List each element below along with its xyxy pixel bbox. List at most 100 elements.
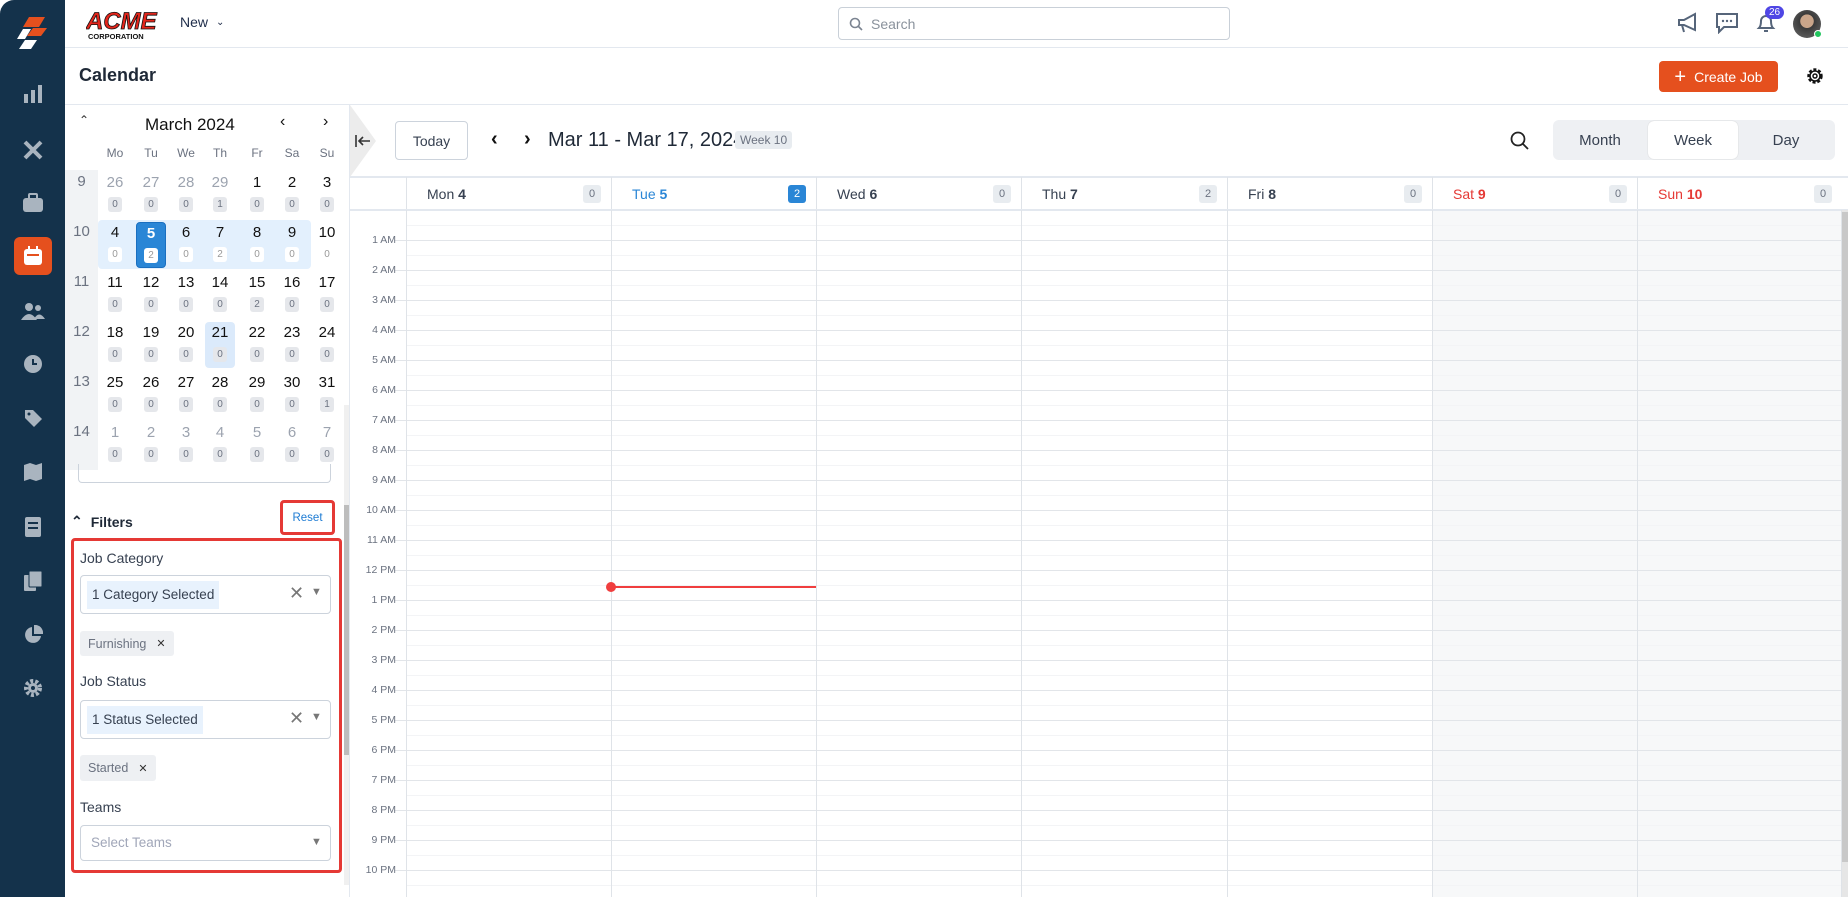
mini-calendar-day[interactable]: 24 0: [312, 322, 342, 368]
acme-logo[interactable]: ACME CORPORATION: [85, 8, 160, 42]
mini-calendar-day[interactable]: 40: [100, 222, 130, 268]
mini-calendar-day[interactable]: 28 0: [205, 372, 235, 418]
mini-calendar-day[interactable]: 10 0: [312, 222, 342, 268]
mini-calendar-day[interactable]: 13 0: [171, 272, 201, 318]
mini-calendar-day[interactable]: 10: [100, 422, 130, 468]
tools-icon[interactable]: [14, 131, 52, 169]
week-number: 13: [73, 373, 90, 390]
mini-calendar-day[interactable]: 21 0: [205, 322, 235, 368]
mini-calendar-day[interactable]: 30 0: [277, 372, 307, 418]
clock-icon[interactable]: [14, 345, 52, 383]
prev-month-chevron-icon[interactable]: ‹: [280, 113, 285, 131]
mini-calendar-day[interactable]: 12 0: [136, 272, 166, 318]
mini-calendar-day[interactable]: 72: [205, 222, 235, 268]
mini-calendar-day[interactable]: 19 0: [136, 322, 166, 368]
next-month-chevron-icon[interactable]: ›: [323, 113, 328, 131]
day-header-wed[interactable]: Wed 6 0: [816, 177, 1021, 210]
mini-calendar-day[interactable]: 26 0: [136, 372, 166, 418]
day-header-sun[interactable]: Sun 10 0: [1637, 177, 1842, 210]
day-header-thu[interactable]: Thu 7 2: [1021, 177, 1227, 210]
mini-calendar-day[interactable]: 20: [277, 172, 307, 218]
dropdown-caret-icon[interactable]: ▼: [311, 711, 322, 723]
mini-calendar-day[interactable]: 15 2: [242, 272, 272, 318]
mini-calendar-day[interactable]: 30: [312, 172, 342, 218]
user-avatar[interactable]: [1793, 10, 1822, 38]
calendar-scrollbar[interactable]: [1842, 210, 1848, 897]
collapse-mini-calendar-chevron-up-icon[interactable]: ⌃: [79, 113, 89, 127]
calendar-settings-gear-icon[interactable]: [1806, 67, 1824, 90]
today-button[interactable]: Today: [395, 121, 468, 160]
clear-x-icon[interactable]: ✕: [289, 583, 304, 604]
calendar-search-icon[interactable]: [1510, 131, 1530, 156]
day-header-tue[interactable]: Tue 5 2: [611, 177, 816, 210]
mini-calendar-day[interactable]: 60: [171, 222, 201, 268]
mini-calendar-day[interactable]: 27 0: [171, 372, 201, 418]
mini-calendar-day[interactable]: 25 0: [100, 372, 130, 418]
view-month-button[interactable]: Month: [1555, 121, 1645, 159]
mini-calendar-day[interactable]: 14 0: [205, 272, 235, 318]
filter-chip-furnishing: Furnishing ✕: [80, 631, 174, 656]
analytics-pie-icon[interactable]: [14, 616, 52, 654]
chat-icon[interactable]: [1715, 12, 1739, 39]
documents-icon[interactable]: [14, 562, 52, 600]
mini-calendar-day[interactable]: 40: [205, 422, 235, 468]
day-header-mon[interactable]: Mon 4 0: [406, 177, 611, 210]
prev-week-chevron-icon[interactable]: ‹: [491, 128, 498, 151]
day-header-label: Fri 8: [1248, 186, 1276, 202]
mini-calendar-day[interactable]: 90: [277, 222, 307, 268]
app-logo-icon[interactable]: [14, 14, 52, 52]
mini-calendar-day[interactable]: 30: [171, 422, 201, 468]
reports-icon[interactable]: [14, 75, 52, 113]
next-week-chevron-icon[interactable]: ›: [524, 128, 531, 151]
mini-calendar-day[interactable]: 31 1: [312, 372, 342, 418]
new-dropdown[interactable]: New ⌄: [180, 14, 224, 30]
tag-icon[interactable]: [14, 399, 52, 437]
mini-calendar-day[interactable]: 16 0: [277, 272, 307, 318]
day-header-label: Tue 5: [632, 186, 667, 202]
invoice-icon[interactable]: [14, 508, 52, 546]
mini-calendar-day[interactable]: 26 0: [100, 172, 130, 218]
day-header-fri[interactable]: Fri 8 0: [1227, 177, 1432, 210]
clear-x-icon[interactable]: ✕: [289, 708, 304, 729]
calendar-icon[interactable]: [14, 237, 52, 275]
jobs-briefcase-icon[interactable]: [14, 184, 52, 222]
settings-gear-icon[interactable]: [14, 669, 52, 707]
mini-calendar-day[interactable]: 11 0: [100, 272, 130, 318]
mini-calendar-day[interactable]: 70: [312, 422, 342, 468]
view-week-button[interactable]: Week: [1648, 121, 1738, 159]
mini-calendar-day[interactable]: 22 0: [242, 322, 272, 368]
mini-calendar-day[interactable]: 28 0: [171, 172, 201, 218]
filters-toggle[interactable]: ⌃ Filters: [71, 513, 133, 530]
mini-calendar-day[interactable]: 52: [136, 222, 166, 268]
mini-calendar-day[interactable]: 29 1: [205, 172, 235, 218]
teams-select[interactable]: Select Teams ▼: [80, 825, 331, 861]
reset-filters-button[interactable]: Reset: [280, 500, 335, 535]
megaphone-icon[interactable]: [1676, 12, 1700, 39]
partially-hidden-input[interactable]: [78, 464, 331, 483]
search-input[interactable]: Search: [838, 7, 1230, 40]
job-status-select[interactable]: 1 Status Selected ✕ ▼: [80, 700, 331, 739]
remove-chip-x-icon[interactable]: ✕: [156, 637, 165, 650]
team-icon[interactable]: [14, 292, 52, 330]
mini-calendar-day[interactable]: 60: [277, 422, 307, 468]
mini-calendar-day[interactable]: 50: [242, 422, 272, 468]
mini-calendar-day[interactable]: 27 0: [136, 172, 166, 218]
scrollbar-thumb[interactable]: [1842, 212, 1848, 862]
mini-calendar-day[interactable]: 20 0: [171, 322, 201, 368]
view-day-button[interactable]: Day: [1741, 121, 1831, 159]
job-category-select[interactable]: 1 Category Selected ✕ ▼: [80, 575, 331, 614]
mini-calendar-day[interactable]: 18 0: [100, 322, 130, 368]
mini-calendar-day[interactable]: 29 0: [242, 372, 272, 418]
mini-calendar-day[interactable]: 17 0: [312, 272, 342, 318]
day-job-count: 2: [1199, 184, 1217, 203]
create-job-button[interactable]: + Create Job: [1659, 61, 1778, 92]
mini-calendar-day[interactable]: 23 0: [277, 322, 307, 368]
remove-chip-x-icon[interactable]: ✕: [138, 762, 147, 775]
day-header-sat[interactable]: Sat 9 0: [1432, 177, 1637, 210]
collapse-panel-button[interactable]: [350, 105, 376, 177]
mini-calendar-day[interactable]: 10: [242, 172, 272, 218]
dropdown-caret-icon[interactable]: ▼: [311, 586, 322, 598]
map-icon[interactable]: [14, 453, 52, 491]
mini-calendar-day[interactable]: 20: [136, 422, 166, 468]
mini-calendar-day[interactable]: 80: [242, 222, 272, 268]
